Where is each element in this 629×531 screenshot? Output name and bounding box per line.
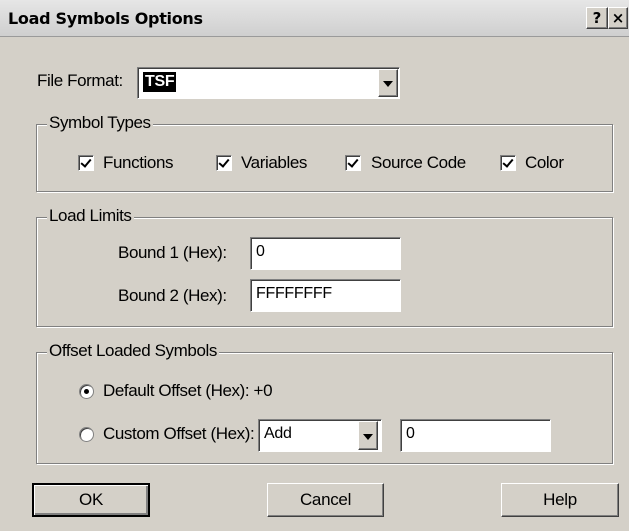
cancel-button[interactable]: Cancel (267, 483, 384, 517)
symbol-types-title: Symbol Types (47, 113, 153, 133)
offset-loaded-symbols-title: Offset Loaded Symbols (47, 341, 220, 361)
functions-label[interactable]: Functions (103, 153, 174, 173)
bound1-label: Bound 1 (Hex): (118, 243, 227, 262)
color-checkbox[interactable] (500, 155, 516, 171)
custom-offset-radio[interactable] (79, 427, 94, 442)
file-format-combobox[interactable]: TSF (137, 67, 400, 99)
default-offset-label[interactable]: Default Offset (Hex): +0 (103, 381, 273, 401)
ok-button[interactable]: OK (32, 483, 150, 517)
help-button[interactable]: Help (501, 483, 619, 517)
custom-offset-label[interactable]: Custom Offset (Hex): (103, 424, 255, 444)
source-code-label[interactable]: Source Code (371, 153, 466, 173)
bound2-input[interactable]: FFFFFFFF (250, 279, 401, 312)
variables-checkbox[interactable] (216, 155, 232, 171)
load-symbols-dialog: Load Symbols Options ? × File Format: TS… (0, 0, 629, 531)
source-code-checkbox[interactable] (345, 155, 361, 171)
file-format-value: TSF (143, 72, 177, 92)
bound1-input[interactable]: 0 (250, 237, 401, 270)
functions-checkbox[interactable] (78, 155, 94, 171)
title-bar[interactable]: Load Symbols Options ? × (0, 0, 629, 37)
default-offset-radio[interactable] (79, 384, 94, 399)
file-format-dropdown-icon[interactable] (378, 69, 398, 97)
offset-operation-dropdown-icon[interactable] (358, 421, 378, 450)
bound2-label: Bound 2 (Hex): (118, 286, 227, 305)
window-title: Load Symbols Options (8, 9, 203, 28)
close-icon[interactable]: × (608, 7, 628, 29)
help-icon[interactable]: ? (586, 7, 608, 29)
variables-label[interactable]: Variables (241, 153, 307, 173)
load-limits-title: Load Limits (47, 206, 134, 226)
custom-offset-input[interactable]: 0 (400, 419, 551, 452)
file-format-label: File Format: (37, 71, 123, 90)
color-label[interactable]: Color (525, 153, 564, 173)
